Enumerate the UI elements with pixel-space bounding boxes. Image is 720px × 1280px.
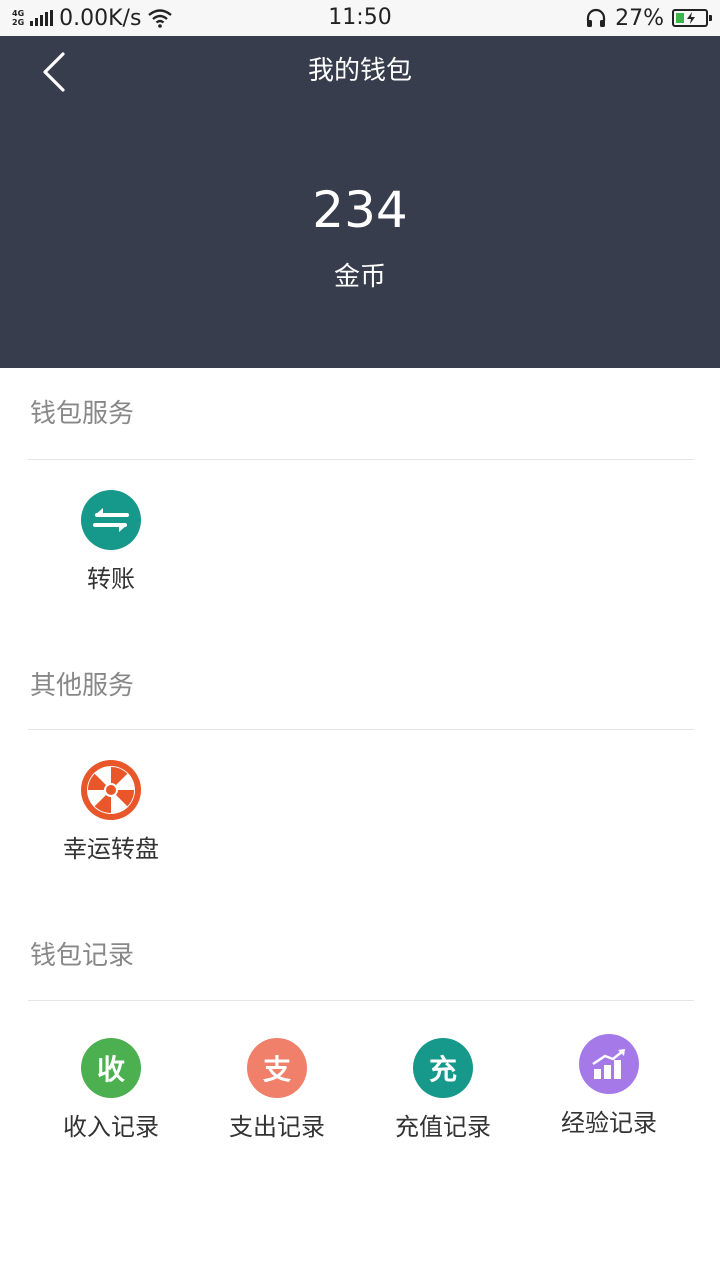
expense-icon: 支 [247,1038,307,1098]
divider [28,1000,694,1001]
lucky-wheel-label: 幸运转盘 [63,835,159,863]
divider [28,729,694,730]
section-title-other-service: 其他服务 [30,671,135,701]
wheel-icon [81,760,141,820]
page-title: 我的钱包 [307,56,412,86]
income-records-label: 收入记录 [63,1113,159,1141]
experience-records-button[interactable]: 经验记录 [526,1034,692,1154]
recharge-records-label: 充值记录 [395,1113,491,1141]
experience-records-label: 经验记录 [561,1109,657,1137]
transfer-icon [81,490,141,550]
headphones-icon [586,8,606,27]
transfer-label: 转账 [87,565,135,593]
lucky-wheel-button[interactable]: 幸运转盘 [28,760,194,880]
divider [28,459,694,460]
battery-fill [676,13,684,23]
recharge-icon: 充 [413,1038,473,1098]
status-bar: 4G 2G 0.00K/s 11:50 27% [0,0,720,36]
transfer-button[interactable]: 转账 [28,490,194,610]
income-records-button[interactable]: 收 收入记录 [28,1038,194,1158]
balance-unit: 金币 [333,262,386,292]
status-right: 27% [585,4,712,32]
section-title-wallet-records: 钱包记录 [30,941,135,971]
wallet-header: 我的钱包 234 金币 [0,36,720,368]
income-icon: 收 [81,1038,141,1098]
battery-icon [672,9,712,27]
expense-records-button[interactable]: 支 支出记录 [194,1038,360,1158]
balance-amount: 234 [312,181,408,239]
section-title-wallet-service: 钱包服务 [30,399,135,429]
experience-chart-icon [579,1034,639,1094]
battery-percent: 27% [615,5,664,31]
expense-records-label: 支出记录 [229,1113,325,1141]
recharge-records-button[interactable]: 充 充值记录 [360,1038,526,1158]
